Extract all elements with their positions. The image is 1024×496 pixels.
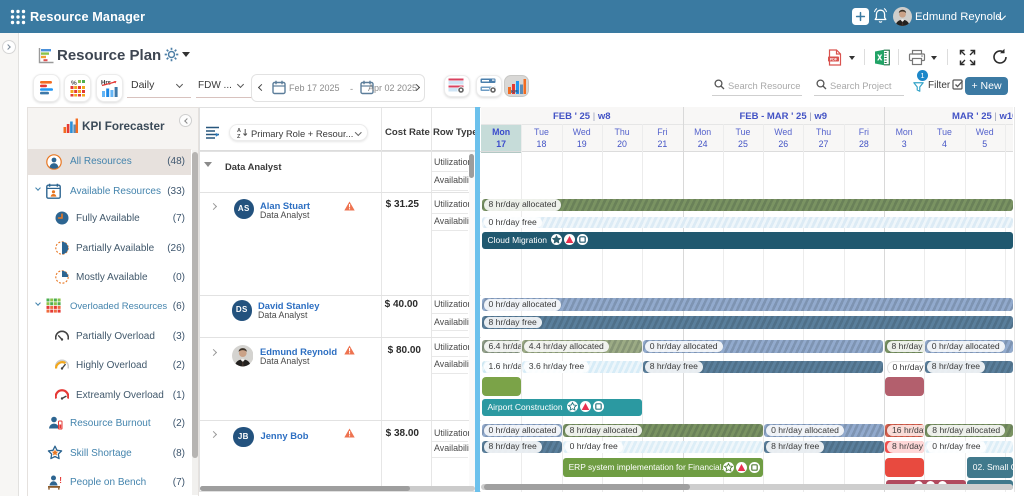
- svg-text:KPI: KPI: [511, 89, 519, 94]
- svg-text:Z: Z: [237, 134, 241, 138]
- svg-text:PDF: PDF: [830, 57, 838, 61]
- svg-text:%: %: [71, 80, 77, 87]
